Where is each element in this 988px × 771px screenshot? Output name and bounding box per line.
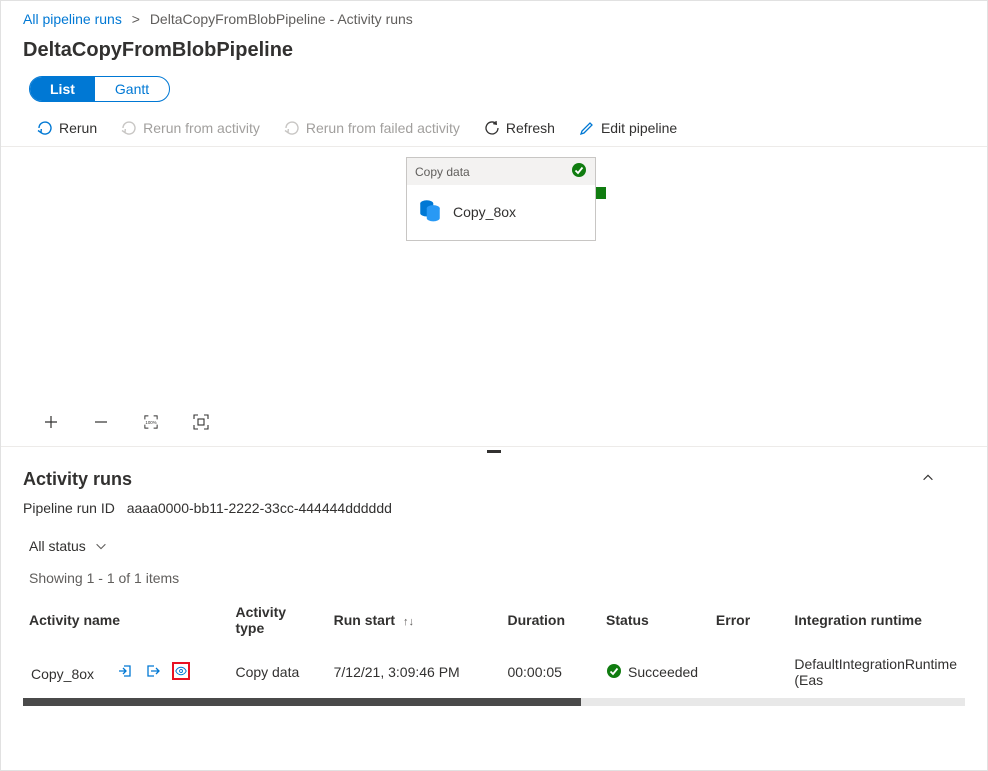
pipeline-canvas[interactable]: Copy data Copy_8ox 100% [1,147,987,447]
output-button[interactable] [144,662,162,680]
zoom-out-button[interactable] [91,412,111,432]
refresh-label: Refresh [506,120,555,136]
edit-pipeline-button[interactable]: Edit pipeline [579,120,677,136]
rerun-from-activity-button[interactable]: Rerun from activity [121,120,260,136]
view-toggle-list[interactable]: List [30,77,95,101]
activity-runs-heading: Activity runs [23,469,132,490]
status-cell: Succeeded [628,664,698,680]
run-start-cell: 7/12/21, 3:09:46 PM [326,646,500,698]
rerun-from-failed-icon [284,120,300,136]
chevron-down-icon [94,539,108,553]
col-run-start[interactable]: Run start ↑↓ [326,596,500,646]
collapse-panel-button[interactable] [921,471,935,488]
zoom-reset-button[interactable]: 100% [141,412,161,432]
details-button[interactable] [172,662,190,680]
status-filter-dropdown[interactable]: All status [29,538,108,554]
activity-type-cell: Copy data [227,646,325,698]
activity-name-cell: Copy_8ox [31,666,94,682]
rerun-button[interactable]: Rerun [37,120,97,136]
activity-node-header: Copy data [407,158,595,185]
canvas-controls: 100% [41,412,211,432]
edit-icon [579,120,595,136]
activity-node-type: Copy data [415,165,470,179]
database-icon [417,197,443,226]
rerun-label: Rerun [59,120,97,136]
horizontal-scrollbar[interactable] [23,698,965,706]
col-status[interactable]: Status [598,596,708,646]
refresh-icon [484,120,500,136]
col-integration-runtime[interactable]: Integration runtime [786,596,965,646]
activity-runs-table: Activity name Activity type Run start ↑↓… [23,596,965,698]
toolbar: Rerun Rerun from activity Rerun from fai… [1,110,987,147]
error-cell [708,646,786,698]
activity-node[interactable]: Copy data Copy_8ox [406,157,596,241]
node-connector-right[interactable] [596,187,606,199]
view-toggle-gantt[interactable]: Gantt [95,77,169,101]
duration-cell: 00:00:05 [499,646,598,698]
page-title: DeltaCopyFromBlobPipeline [1,33,987,76]
breadcrumb: All pipeline runs > DeltaCopyFromBlobPip… [1,1,987,33]
status-filter-label: All status [29,538,86,554]
pipeline-run-id-value: aaaa0000-bb11-2222-33cc-444444dddddd [127,500,392,516]
rerun-from-failed-button[interactable]: Rerun from failed activity [284,120,460,136]
activity-node-name: Copy_8ox [453,204,516,220]
activity-runs-panel: Activity runs Pipeline run ID aaaa0000-b… [1,455,987,706]
breadcrumb-separator: > [132,11,140,27]
rerun-from-activity-icon [121,120,137,136]
rerun-icon [37,120,53,136]
runtime-cell: DefaultIntegrationRuntime (Eas [786,646,965,698]
pipeline-run-id-label: Pipeline run ID [23,500,115,516]
col-duration[interactable]: Duration [499,596,598,646]
results-count: Showing 1 - 1 of 1 items [23,562,965,596]
table-row[interactable]: Copy_8ox Copy data 7/12/21, 3: [23,646,965,698]
breadcrumb-root-link[interactable]: All pipeline runs [23,11,122,27]
breadcrumb-current: DeltaCopyFromBlobPipeline - Activity run… [150,11,413,27]
col-activity-type[interactable]: Activity type [227,596,325,646]
rerun-from-activity-label: Rerun from activity [143,120,260,136]
status-success-icon [606,663,622,682]
col-error[interactable]: Error [708,596,786,646]
zoom-fit-button[interactable] [191,412,211,432]
sort-icon: ↑↓ [403,616,414,628]
col-activity-name[interactable]: Activity name [23,596,227,646]
activity-node-body: Copy_8ox [407,185,595,240]
refresh-button[interactable]: Refresh [484,120,555,136]
input-button[interactable] [116,662,134,680]
edit-pipeline-label: Edit pipeline [601,120,677,136]
success-icon [571,162,587,181]
rerun-from-failed-label: Rerun from failed activity [306,120,460,136]
view-toggle: List Gantt [29,76,170,102]
split-handle[interactable] [1,447,987,455]
svg-text:100%: 100% [145,420,156,425]
zoom-in-button[interactable] [41,412,61,432]
